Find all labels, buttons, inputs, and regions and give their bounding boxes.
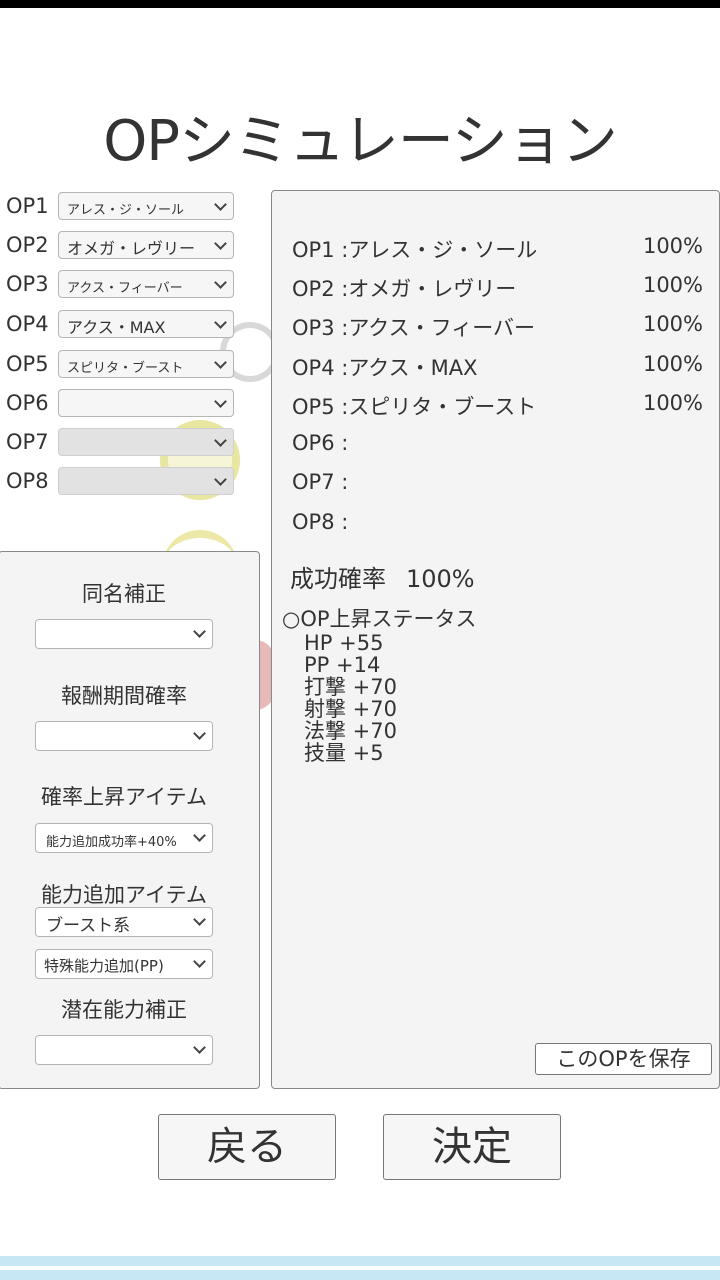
op7-select (58, 428, 234, 456)
result-op8: OP8 : (292, 510, 348, 534)
op4-label: OP4 (6, 312, 49, 336)
chevron-down-icon (214, 434, 227, 447)
result-op-name: スピリタ・ブースト (348, 395, 537, 419)
op2-select-value: オメガ・レヴリー (67, 239, 196, 258)
chevron-down-icon (214, 395, 227, 408)
stat-line: HP +55 (304, 631, 384, 655)
stat-line: PP +14 (304, 653, 381, 677)
result-op-label: OP3 : (292, 316, 349, 340)
result-op-name: アクス・MAX (348, 356, 478, 380)
result-op2: OP2 :オメガ・レヴリー (292, 273, 516, 303)
rate-item-select[interactable]: 能力追加成功率+40% (35, 823, 213, 853)
save-op-button[interactable]: このOPを保存 (535, 1043, 712, 1075)
op7-label: OP7 (6, 430, 49, 454)
footer-stripe (0, 1270, 720, 1280)
op8-label: OP8 (6, 469, 49, 493)
ability-item-select[interactable]: 特殊能力追加(PP) (35, 949, 213, 979)
success-value: 100% (406, 565, 475, 593)
op6-select[interactable] (58, 389, 234, 417)
footer-stripe (0, 1256, 720, 1266)
ability-item-value: 特殊能力追加(PP) (44, 957, 164, 975)
result-op-label: OP4 : (292, 356, 349, 380)
op1-label: OP1 (6, 194, 49, 218)
potential-select[interactable] (35, 1035, 213, 1065)
result-op-label: OP5 : (292, 395, 349, 419)
rate-item-value: 能力追加成功率+40% (46, 835, 177, 850)
result-op-label: OP2 : (292, 277, 349, 301)
result-op-name: オメガ・レヴリー (348, 277, 517, 301)
chevron-down-icon (193, 955, 206, 968)
ability-item-type-value: ブースト系 (46, 916, 131, 936)
op6-label: OP6 (6, 391, 49, 415)
options-panel: 同名補正 報酬期間確率 確率上昇アイテム 能力追加成功率+40% 能力追加アイテ… (0, 551, 260, 1089)
chevron-down-icon (193, 625, 206, 638)
potential-label: 潜在能力補正 (61, 998, 187, 1022)
result-op-name: アクス・フィーバー (348, 316, 536, 340)
back-button[interactable]: 戻る (158, 1114, 336, 1180)
result-op-label: OP1 : (292, 238, 349, 262)
chevron-down-icon (214, 356, 227, 369)
stat-line: 技量 +5 (304, 741, 384, 765)
op4-select[interactable]: アクス・MAX (58, 310, 234, 338)
page-title: OPシミュレーション (103, 109, 618, 174)
chevron-down-icon (193, 829, 206, 842)
chevron-down-icon (214, 276, 227, 289)
op1-select-value: アレス・ジ・ソール (67, 203, 185, 218)
result-op4: OP4 :アクス・MAX (292, 352, 478, 382)
op5-select-value: スピリタ・ブースト (67, 361, 184, 376)
status-title: ○OP上昇ステータス (282, 607, 477, 631)
reward-period-label: 報酬期間確率 (61, 684, 187, 708)
result-op7: OP7 : (292, 470, 348, 494)
result-op5: OP5 :スピリタ・ブースト (292, 391, 536, 421)
result-panel: OP1 :アレス・ジ・ソール 100% OP2 :オメガ・レヴリー 100% O… (271, 190, 720, 1089)
chevron-down-icon (193, 1041, 206, 1054)
result-op-label: OP8 : (292, 510, 349, 534)
top-bar (0, 0, 720, 8)
result-op-label: OP6 : (292, 431, 349, 455)
reward-period-select[interactable] (35, 721, 213, 751)
op2-select[interactable]: オメガ・レヴリー (58, 231, 234, 259)
result-op-name: アレス・ジ・ソール (348, 238, 538, 262)
op8-select (58, 467, 234, 495)
stat-line: 射撃 +70 (304, 697, 397, 721)
chevron-down-icon (193, 727, 206, 740)
op5-label: OP5 (6, 352, 49, 376)
chevron-down-icon (214, 198, 227, 211)
same-name-select[interactable] (35, 619, 213, 649)
same-name-label: 同名補正 (82, 582, 166, 606)
op1-select[interactable]: アレス・ジ・ソール (58, 192, 234, 220)
chevron-down-icon (214, 316, 227, 329)
confirm-button[interactable]: 決定 (383, 1114, 561, 1180)
result-op-label: OP7 : (292, 470, 349, 494)
op5-select[interactable]: スピリタ・ブースト (58, 350, 234, 378)
result-op3: OP3 :アクス・フィーバー (292, 312, 535, 342)
op4-select-value: アクス・MAX (67, 318, 166, 337)
chevron-down-icon (193, 913, 206, 926)
result-op4-rate: 100% (642, 352, 703, 376)
success-rate: 成功確率 100% (290, 559, 475, 594)
ability-item-type-select[interactable]: ブースト系 (35, 907, 213, 937)
stat-line: 法撃 +70 (304, 719, 397, 743)
ability-item-label: 能力追加アイテム (41, 883, 207, 907)
result-op2-rate: 100% (642, 273, 703, 297)
op3-select[interactable]: アクス・フィーバー (58, 270, 234, 298)
op2-label: OP2 (6, 233, 49, 257)
result-op1: OP1 :アレス・ジ・ソール (292, 234, 537, 264)
success-label: 成功確率 (290, 565, 386, 593)
op3-label: OP3 (6, 272, 49, 296)
chevron-down-icon (214, 237, 227, 250)
result-op5-rate: 100% (642, 391, 703, 415)
result-op3-rate: 100% (642, 312, 703, 336)
result-op6: OP6 : (292, 431, 348, 455)
stat-line: 打撃 +70 (304, 675, 397, 699)
op3-select-value: アクス・フィーバー (67, 281, 183, 296)
rate-item-label: 確率上昇アイテム (41, 785, 207, 809)
result-op1-rate: 100% (642, 234, 703, 258)
chevron-down-icon (214, 473, 227, 486)
